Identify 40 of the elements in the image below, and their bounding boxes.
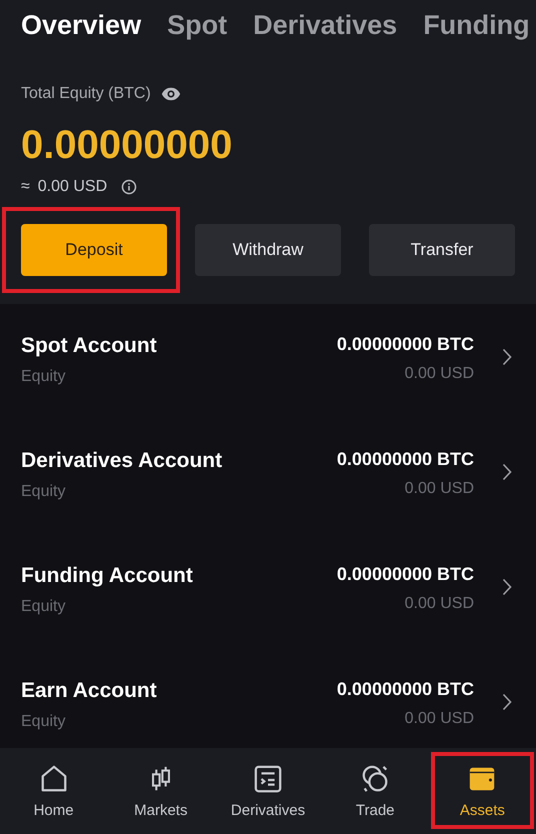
btc-balance: 0.00000000 BTC	[336, 564, 474, 585]
account-sub-label: Equity	[21, 598, 66, 616]
coins-icon	[360, 764, 390, 794]
account-name[interactable]: Spot Account	[21, 334, 337, 358]
nav-item[interactable]: Assets	[428, 764, 536, 818]
usd-balance: 0.00 USD	[404, 710, 474, 728]
account-name[interactable]: Derivatives Account	[21, 449, 337, 473]
account-tab[interactable]: Derivatives	[253, 6, 398, 50]
total-equity-label: Total Equity (BTC)	[21, 85, 151, 103]
account-name[interactable]: Funding Account	[21, 564, 337, 588]
terminal-icon	[253, 764, 283, 794]
action-button[interactable]: Withdraw	[195, 224, 341, 276]
primary-button[interactable]: Deposit	[21, 224, 167, 276]
chevron-right-icon[interactable]	[502, 348, 512, 366]
home-icon	[38, 764, 69, 794]
btc-balance: 0.00000000 BTC	[336, 449, 474, 470]
account-sub-label: Equity	[21, 713, 66, 731]
approx-sign: ≈	[21, 178, 30, 196]
nav-item[interactable]: Trade	[322, 764, 429, 818]
account-sub-label: Equity	[21, 368, 66, 386]
action-button[interactable]: Transfer	[369, 224, 515, 276]
usd-value: 0.00 USD	[38, 178, 108, 196]
account-sub-label: Equity	[21, 483, 66, 501]
account-tab[interactable]: Funding	[423, 6, 530, 50]
btc-balance: 0.00000000 BTC	[336, 679, 474, 700]
account-tab[interactable]: Overview	[21, 6, 142, 50]
chevron-right-icon[interactable]	[502, 693, 512, 711]
nav-item[interactable]: Markets	[107, 764, 214, 818]
btc-balance: 0.00000000 BTC	[336, 334, 474, 355]
nav-item[interactable]: Derivatives	[214, 764, 322, 818]
nav-item[interactable]: Home	[0, 764, 108, 818]
chevron-right-icon[interactable]	[502, 463, 512, 481]
info-icon[interactable]	[121, 179, 138, 195]
total-equity-value: 0.00000000	[21, 122, 234, 168]
account-tab[interactable]: Spot	[167, 6, 228, 50]
account-name[interactable]: Earn Account	[21, 679, 337, 703]
usd-balance: 0.00 USD	[404, 365, 474, 383]
chevron-right-icon[interactable]	[502, 578, 512, 596]
usd-balance: 0.00 USD	[404, 480, 474, 498]
usd-balance: 0.00 USD	[404, 595, 474, 613]
